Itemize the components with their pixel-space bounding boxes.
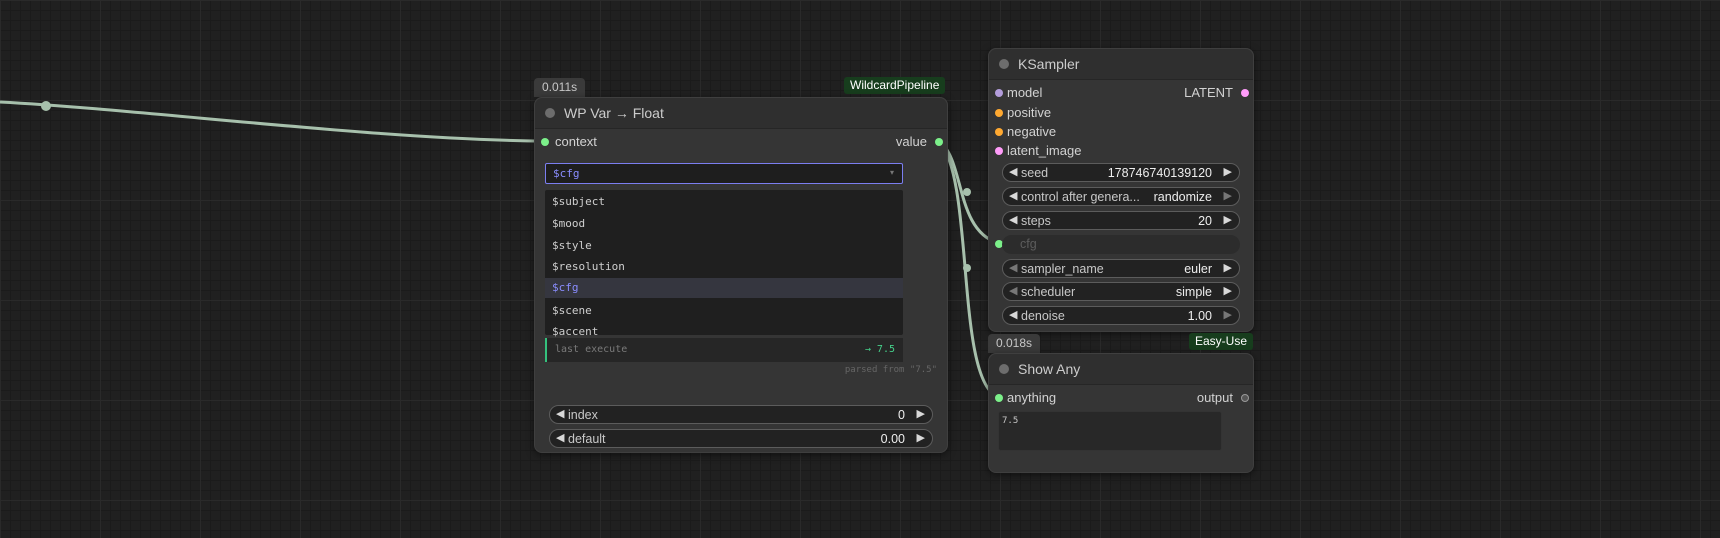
widget-label: sampler_name	[1021, 262, 1104, 276]
widget-value: 20	[1198, 214, 1212, 228]
increment-arrow-icon[interactable]: ▶	[917, 407, 925, 420]
widget-label: cfg	[1020, 237, 1037, 251]
last-execute-box: last execute → 7.5	[545, 338, 903, 362]
negative-input-label: negative	[1007, 124, 1057, 139]
steps-widget[interactable]: ◀ steps 20 ▶	[1002, 211, 1240, 230]
cfg-widget-disabled: cfg	[1002, 235, 1240, 254]
decrement-arrow-icon[interactable]: ◀	[1009, 213, 1017, 226]
link-midpoint-dot	[963, 264, 971, 272]
decrement-arrow-icon[interactable]: ◀	[1009, 284, 1017, 297]
anything-input-slot-icon[interactable]	[995, 394, 1003, 402]
positive-input-label: positive	[1007, 105, 1052, 120]
collapse-dot-icon[interactable]	[545, 108, 555, 118]
node-title-bar[interactable]: WP Var → Float	[535, 98, 947, 129]
decrement-arrow-icon[interactable]: ◀	[1009, 165, 1017, 178]
increment-arrow-icon[interactable]: ▶	[1224, 308, 1232, 321]
link-reroute-dot	[41, 101, 51, 111]
latent-image-input-label: latent_image	[1007, 143, 1082, 158]
node-title: KSampler	[1018, 56, 1080, 72]
ksampler-node[interactable]: KSampler model LATENT positive negative …	[988, 48, 1254, 332]
list-item[interactable]: $style	[545, 236, 903, 256]
node-title-bar[interactable]: KSampler	[989, 49, 1253, 80]
widget-label: steps	[1021, 214, 1051, 228]
widget-label: denoise	[1021, 309, 1065, 323]
node-title-bar[interactable]: Show Any	[989, 354, 1253, 385]
wp-var-float-node[interactable]: WP Var → Float context value $cfg ▾ $sub…	[534, 97, 948, 453]
anything-input-label: anything	[1007, 390, 1057, 405]
node-title: WP Var → Float	[564, 105, 664, 121]
widget-label: scheduler	[1021, 285, 1076, 299]
default-widget[interactable]: ◀ default 0.00 ▶	[549, 429, 933, 448]
decrement-arrow-icon[interactable]: ◀	[1009, 189, 1017, 202]
decrement-arrow-icon[interactable]: ◀	[556, 431, 564, 444]
list-item[interactable]: $subject	[545, 192, 903, 212]
list-item[interactable]: $mood	[545, 214, 903, 234]
widget-value: 178746740139120	[1107, 166, 1212, 180]
widget-label: seed	[1021, 166, 1049, 180]
seed-widget[interactable]: ◀ seed 178746740139120 ▶	[1002, 163, 1240, 182]
variable-list[interactable]: $subject $mood $style $resolution $cfg $…	[545, 190, 903, 338]
output-slot-icon[interactable]	[1241, 394, 1249, 402]
list-item[interactable]: $scene	[545, 301, 903, 321]
latent-output-label: LATENT	[1184, 85, 1233, 100]
increment-arrow-icon[interactable]: ▶	[1224, 165, 1232, 178]
widget-value: 1.00	[1187, 309, 1212, 323]
group-badge: WildcardPipeline	[844, 77, 946, 94]
group-badge: Easy-Use	[1189, 333, 1254, 350]
exec-time-badge: 0.018s	[988, 334, 1041, 353]
increment-arrow-icon[interactable]: ▶	[1224, 213, 1232, 226]
positive-input-slot-icon[interactable]	[995, 109, 1003, 117]
increment-arrow-icon[interactable]: ▶	[917, 431, 925, 444]
decrement-arrow-icon[interactable]: ◀	[556, 407, 564, 420]
widget-label: index	[568, 408, 598, 422]
context-input-label: context	[555, 134, 597, 149]
context-input-slot-icon[interactable]	[541, 138, 549, 146]
value-output-label: value	[895, 134, 927, 149]
node-title: Show Any	[1018, 361, 1081, 377]
decrement-arrow-icon[interactable]: ◀	[1009, 308, 1017, 321]
collapse-dot-icon[interactable]	[999, 364, 1009, 374]
widget-value: euler	[1184, 262, 1212, 276]
increment-arrow-icon[interactable]: ▶	[1224, 284, 1232, 297]
link-midpoint-dot	[963, 188, 971, 196]
list-item-selected[interactable]: $cfg	[545, 278, 903, 298]
show-any-node[interactable]: Show Any anything output 7.5	[988, 353, 1254, 473]
index-widget[interactable]: ◀ index 0 ▶	[549, 405, 933, 424]
widget-value: 0.00	[880, 432, 905, 446]
output-text-display: 7.5	[998, 411, 1222, 451]
last-execute-label: last execute	[555, 344, 628, 355]
exec-time-badge: 0.011s	[534, 78, 586, 97]
denoise-widget[interactable]: ◀ denoise 1.00 ▶	[1002, 306, 1240, 325]
increment-arrow-icon[interactable]: ▶	[1224, 261, 1232, 274]
collapse-dot-icon[interactable]	[999, 59, 1009, 69]
widget-label: control after genera...	[1021, 190, 1140, 204]
value-output-slot-icon[interactable]	[935, 138, 943, 146]
combo-value: $cfg	[553, 167, 580, 180]
output-label: output	[1196, 390, 1233, 405]
chevron-down-icon[interactable]: ▾	[890, 168, 894, 177]
widget-value: simple	[1175, 285, 1212, 299]
increment-arrow-icon[interactable]: ▶	[1224, 189, 1232, 202]
widget-label: default	[568, 432, 606, 446]
list-item[interactable]: $resolution	[545, 257, 903, 277]
negative-input-slot-icon[interactable]	[995, 128, 1003, 136]
model-input-label: model	[1007, 85, 1043, 100]
control-after-generate-widget[interactable]: ◀ control after genera... randomize ▶	[1002, 187, 1240, 206]
decrement-arrow-icon[interactable]: ◀	[1009, 261, 1017, 274]
latent-output-slot-icon[interactable]	[1241, 89, 1249, 97]
parsed-note: parsed from "7.5"	[844, 365, 937, 375]
latent-image-input-slot-icon[interactable]	[995, 147, 1003, 155]
model-input-slot-icon[interactable]	[995, 89, 1003, 97]
widget-value: randomize	[1153, 190, 1212, 204]
variable-combo[interactable]: $cfg ▾	[545, 163, 903, 184]
scheduler-widget[interactable]: ◀ scheduler simple ▶	[1002, 282, 1240, 301]
sampler-name-widget[interactable]: ◀ sampler_name euler ▶	[1002, 259, 1240, 278]
widget-value: 0	[898, 408, 905, 422]
last-execute-value: → 7.5	[864, 344, 895, 355]
link-context	[0, 100, 546, 143]
